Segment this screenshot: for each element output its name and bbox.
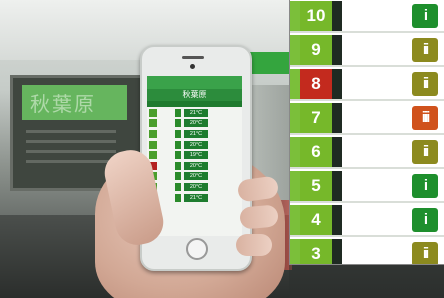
car-number: 7 xyxy=(300,103,332,133)
row-divider xyxy=(332,69,342,99)
car-temperature: 20°C xyxy=(184,119,208,128)
car-temperature: 21°C xyxy=(184,108,208,117)
car-number: 4 xyxy=(300,205,332,235)
person-icon xyxy=(175,129,181,138)
car-row: 5i xyxy=(290,171,444,203)
row-divider xyxy=(332,239,342,264)
station-sign-text: 秋葉原 xyxy=(30,94,96,116)
crowd-level-icon: ii xyxy=(412,72,438,96)
app-header xyxy=(147,76,242,89)
car-number: 8 xyxy=(300,69,332,99)
row-strip xyxy=(290,103,300,133)
phone-camera xyxy=(190,64,195,69)
person-icon xyxy=(175,151,181,160)
row-strip xyxy=(290,69,300,99)
car-row: 7 iii xyxy=(290,103,444,135)
crowd-level-icon: i xyxy=(412,174,438,198)
car-row: 6 ii xyxy=(290,137,444,169)
car-row: 9 ii xyxy=(290,35,444,67)
app-station-name: 秋葉原 xyxy=(147,89,242,101)
row-divider xyxy=(332,171,342,201)
crowd-level-icon: ii xyxy=(412,242,438,264)
green-sign xyxy=(250,52,290,74)
row-divider xyxy=(332,137,342,167)
app-car-row[interactable]: 21°C xyxy=(149,129,240,139)
car-temperature: 21°C xyxy=(184,193,208,202)
app-car-number xyxy=(149,129,157,138)
car-row: 8 ii xyxy=(290,69,444,101)
row-divider xyxy=(332,205,342,235)
person-icon xyxy=(175,108,181,117)
car-row: 3 ii xyxy=(290,239,444,264)
person-icon xyxy=(175,182,181,191)
finger xyxy=(236,234,272,256)
row-strip xyxy=(290,137,300,167)
row-strip xyxy=(290,35,300,65)
app-car-list: 21°C 20°C 21°C 20°C 19°C 20°C 20°C 20°C 21°C xyxy=(147,107,242,204)
car-temperature: 20°C xyxy=(184,161,208,170)
car-temperature: 20°C xyxy=(184,172,208,181)
person-icon xyxy=(175,193,181,202)
station-sign-lines xyxy=(26,130,116,170)
car-number: 5 xyxy=(300,171,332,201)
app-car-row[interactable]: 20°C xyxy=(149,119,240,129)
person-icon xyxy=(175,172,181,181)
crowd-level-icon: iii xyxy=(412,106,438,130)
app-car-number xyxy=(149,140,157,149)
person-icon xyxy=(175,119,181,128)
app-car-row[interactable]: 21°C xyxy=(149,108,240,118)
row-strip xyxy=(290,239,300,264)
app-car-row[interactable]: 20°C xyxy=(149,172,240,182)
row-strip xyxy=(290,1,300,31)
row-divider xyxy=(332,103,342,133)
row-divider xyxy=(332,35,342,65)
app-car-row[interactable]: 20°C xyxy=(149,182,240,192)
car-row: 4i xyxy=(290,205,444,237)
photo-scene: 秋葉原 秋葉原 21°C 20°C 21°C 20°C 19°C 20°C 20°C 20°C… xyxy=(0,0,444,298)
person-icon xyxy=(175,140,181,149)
app-car-row[interactable]: 20°C xyxy=(149,140,240,150)
car-number: 10 xyxy=(300,1,332,31)
app-car-row[interactable]: 21°C xyxy=(149,193,240,203)
crowd-level-icon: i xyxy=(412,208,438,232)
car-temperature: 20°C xyxy=(184,140,208,149)
app-car-number xyxy=(149,108,157,117)
car-number: 6 xyxy=(300,137,332,167)
car-number: 9 xyxy=(300,35,332,65)
car-temperature: 19°C xyxy=(184,151,208,160)
row-strip xyxy=(290,205,300,235)
crowd-level-icon: ii xyxy=(412,38,438,62)
crowd-level-icon: ii xyxy=(412,140,438,164)
row-divider xyxy=(332,1,342,31)
car-temperature: 21°C xyxy=(184,129,208,138)
crowd-level-icon: i xyxy=(412,4,438,28)
app-car-row[interactable]: 20°C xyxy=(149,161,240,171)
car-row: 10 i xyxy=(290,1,444,33)
phone-speaker xyxy=(182,56,204,59)
car-temperature: 20°C xyxy=(184,182,208,191)
app-car-number xyxy=(149,151,157,160)
home-button[interactable] xyxy=(186,238,208,260)
person-icon xyxy=(175,161,181,170)
row-strip xyxy=(290,171,300,201)
app-car-row[interactable]: 19°C xyxy=(149,150,240,160)
car-number: 3 xyxy=(300,239,332,264)
zoomed-car-list: 10 i 9 ii 8 ii 7 iii 6 ii 5 i 4 i 3 ii xyxy=(289,0,444,265)
app-car-number xyxy=(149,119,157,128)
